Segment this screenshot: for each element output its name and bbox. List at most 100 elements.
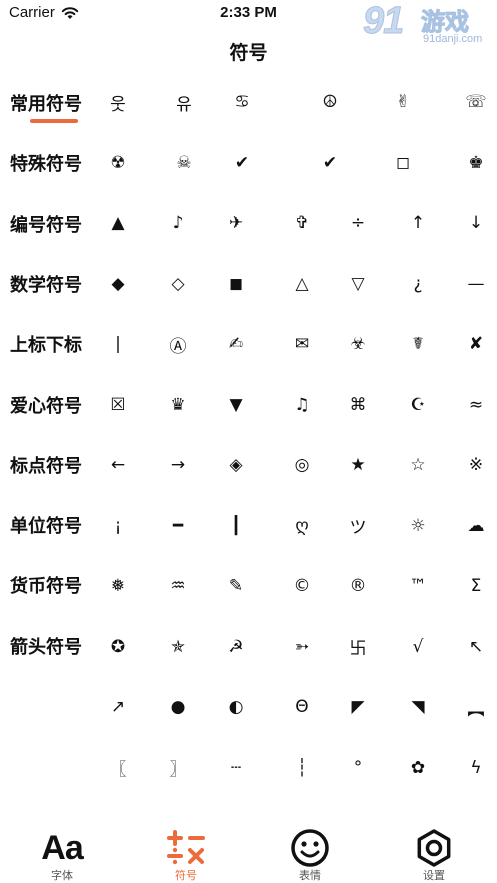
symbol-cell[interactable]: ✔ [212,133,272,193]
symbol-cell[interactable]: ✎ [206,556,266,616]
symbol-cell[interactable]: ━ [148,496,208,556]
symbol-cell[interactable]: ☒ [88,375,148,435]
category-item[interactable]: 常用符号 [0,84,100,124]
symbol-cell[interactable]: 〗 [148,738,208,798]
symbol-cell[interactable]: ☣ [328,314,388,374]
symbol-cell[interactable]: ◈ [206,435,266,495]
symbol-cell[interactable]: √ [388,617,448,677]
symbol-cell[interactable]: ☢ [88,133,148,193]
symbol-cell[interactable]: | [88,314,148,374]
symbol-cell[interactable]: ☤ [388,314,448,374]
symbol-cell[interactable]: ✘ [446,314,497,374]
symbol-cell[interactable]: ✌ [373,72,433,132]
symbol-cell[interactable]: ︻ [446,677,497,737]
category-item[interactable]: 爱心符号 [0,386,100,426]
symbol-cell[interactable]: ┄ [206,738,266,798]
symbol-cell[interactable]: ✍ [206,314,266,374]
symbol-cell[interactable]: ┃ [206,496,266,556]
symbol-cell[interactable]: ↖ [446,617,497,677]
category-item[interactable]: 数学符号 [0,265,100,305]
symbol-cell[interactable]: ← [88,435,148,495]
symbol-cell[interactable]: ◎ [272,435,332,495]
tab-settings[interactable]: 设置 [372,818,496,883]
symbol-cell[interactable]: ✈ [206,193,266,253]
symbol-cell[interactable]: Σ [446,556,497,616]
symbol-cell[interactable]: Ⓐ [148,314,208,374]
symbol-cell[interactable]: ▽ [328,254,388,314]
symbol-cell[interactable]: ♫ [272,375,332,435]
tab-symbols[interactable]: 符号 [124,818,248,883]
symbol-cell[interactable]: ◥ [388,677,448,737]
symbol-cell[interactable]: 〖 [88,738,148,798]
symbol-cell[interactable]: ↑ [388,193,448,253]
category-item[interactable]: 箭头符号 [0,627,100,667]
symbol-cell[interactable]: ● [148,677,208,737]
symbol-cell[interactable]: ♪ [148,193,208,253]
symbol-cell[interactable]: ◤ [328,677,388,737]
symbol-cell[interactable]: ✞ [272,193,332,253]
symbol-cell[interactable]: ★ [328,435,388,495]
symbol-cell[interactable]: ✉ [272,314,332,374]
category-label: 爱心符号 [10,395,82,417]
symbol-cell[interactable]: ⌘ [328,375,388,435]
symbol-cell[interactable]: ♋ [212,72,272,132]
category-item[interactable]: 编号符号 [0,205,100,245]
symbol-cell[interactable]: ☪ [388,375,448,435]
symbol-cell[interactable]: ÷ [328,193,388,253]
symbol-cell[interactable]: ↓ [446,193,497,253]
symbol-cell[interactable]: ♚ [446,133,497,193]
symbol-cell[interactable]: ▼ [206,375,266,435]
symbol-cell[interactable]: ✪ [88,617,148,677]
tab-font[interactable]: Aa 字体 [0,818,124,883]
symbol-cell[interactable]: → [148,435,208,495]
symbol-cell[interactable]: ☏ [446,72,497,132]
symbol-cell[interactable]: ☮ [300,72,360,132]
math-symbols-icon [124,828,248,868]
symbol-cell[interactable]: ® [328,556,388,616]
symbol-cell[interactable]: ☁ [446,496,497,556]
symbol-cell[interactable]: ツ [328,496,388,556]
symbol-cell[interactable]: ° [328,738,388,798]
symbol-cell[interactable]: ❅ [88,556,148,616]
symbol-cell[interactable]: ↗ [88,677,148,737]
category-label: 单位符号 [10,516,82,538]
symbol-cell[interactable]: ≈ [446,375,497,435]
category-item[interactable]: 单位符号 [0,506,100,546]
symbol-cell[interactable]: — [446,254,497,314]
symbol-cell[interactable]: ◐ [206,677,266,737]
smiley-icon [248,828,372,868]
symbol-cell[interactable]: ✔ [300,133,360,193]
symbol-cell[interactable]: ¿ [388,254,448,314]
symbol-cell[interactable]: ¡ [88,496,148,556]
symbol-cell[interactable]: ♒ [148,556,208,616]
symbol-cell[interactable]: △ [272,254,332,314]
symbol-cell[interactable]: ™ [388,556,448,616]
symbol-cell[interactable]: ※ [446,435,497,495]
category-item[interactable]: 标点符号 [0,446,100,486]
symbol-cell[interactable]: ☭ [206,617,266,677]
symbol-cell[interactable]: Θ [272,677,332,737]
symbol-cell[interactable]: ♛ [148,375,208,435]
symbol-cell[interactable]: ✿ [388,738,448,798]
symbol-cell[interactable]: ➳ [272,617,332,677]
symbol-cell[interactable]: ◻ [373,133,433,193]
tab-emoji[interactable]: 表情 [248,818,372,883]
symbol-cell[interactable]: ☆ [388,435,448,495]
category-item[interactable]: 货币符号 [0,566,100,606]
symbol-cell[interactable]: ღ [272,496,332,556]
symbol-cell[interactable]: 卐 [328,617,388,677]
symbol-cell[interactable]: 유 [154,72,214,132]
symbol-cell[interactable]: 웃 [88,72,148,132]
symbol-cell[interactable]: ☠ [154,133,214,193]
symbol-cell[interactable]: ◼ [206,254,266,314]
category-item[interactable]: 上标下标 [0,325,100,365]
symbol-cell[interactable]: ϟ [446,738,497,798]
symbol-cell[interactable]: ☼ [388,496,448,556]
symbol-cell[interactable]: ◇ [148,254,208,314]
category-item[interactable]: 特殊符号 [0,144,100,184]
symbol-cell[interactable]: ┆ [272,738,332,798]
symbol-cell[interactable]: © [272,556,332,616]
symbol-cell[interactable]: ▲ [88,193,148,253]
symbol-cell[interactable]: ✯ [148,617,208,677]
symbol-cell[interactable]: ◆ [88,254,148,314]
